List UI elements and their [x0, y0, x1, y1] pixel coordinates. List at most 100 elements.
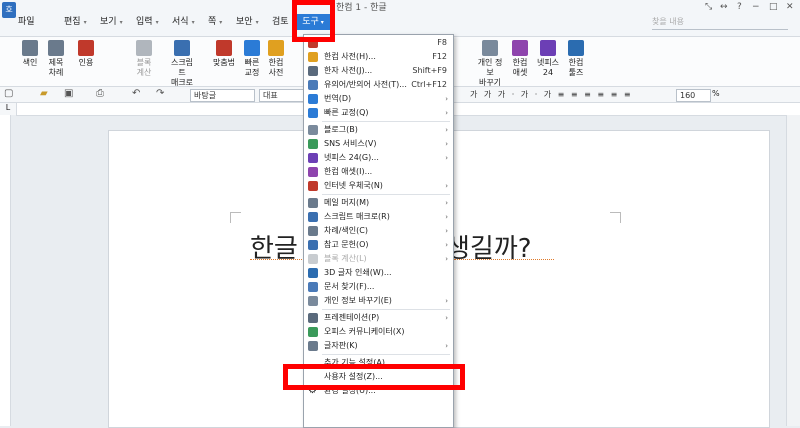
ribbon-button-label: 개인 정보 [477, 58, 503, 77]
chevron-right-icon: › [445, 95, 448, 103]
ribbon-button-sublabel: 계산 [136, 68, 152, 77]
ribbon-button[interactable]: 넷피스 24 [534, 40, 562, 78]
dropdown-item[interactable]: 프레젠테이션(P) › [304, 311, 453, 325]
dropdown-item[interactable]: 개인 정보 바꾸기(E) › [304, 294, 453, 308]
dropdown-item[interactable]: 한컴 애셋(I)... [304, 165, 453, 179]
vertical-scrollbar[interactable] [786, 115, 800, 426]
ribbon-collapse-icon[interactable]: ⤡ [705, 2, 712, 12]
dropdown-item[interactable]: 글자판(K) › [304, 339, 453, 353]
ribbon-button[interactable]: 스크립트 매크로 [168, 40, 196, 88]
dropdown-item[interactable]: 차례/색인(C) › [304, 224, 453, 238]
undo-icon[interactable]: ↶ [132, 88, 140, 99]
hanja-dict-icon [308, 66, 318, 76]
dropdown-item[interactable]: 넷피스 24(G)... › [304, 151, 453, 165]
dropdown-item[interactable]: 참고 문헌(O) › [304, 238, 453, 252]
dropdown-item-label: 메일 머지(M) [324, 198, 370, 207]
dropdown-item[interactable]: 스크립트 매크로(R) › [304, 210, 453, 224]
dropdown-item[interactable]: 빠른 교정(Q) › [304, 106, 453, 120]
layout-icon[interactable]: ↔ [720, 2, 728, 12]
ribbon-button[interactable]: 맞춤법 [210, 40, 238, 68]
print-icon[interactable]: ⎙ [96, 88, 104, 99]
spellcheck-icon [216, 40, 232, 56]
doc-search-icon [308, 282, 318, 292]
chevron-right-icon: › [445, 213, 448, 221]
menu-insert[interactable]: 입력 ▾ [136, 14, 159, 30]
menu-page[interactable]: 쪽 ▾ [208, 14, 222, 30]
dropdown-item[interactable]: 유의어/반의어 사전(T)... Ctrl+F12 [304, 78, 453, 92]
menu-review[interactable]: 검토 [272, 14, 289, 30]
dropdown-item[interactable] [304, 398, 453, 412]
chevron-right-icon: › [445, 199, 448, 207]
dropdown-item-label: 개인 정보 바꾸기(E) [324, 296, 392, 305]
minimize-button[interactable]: − [752, 2, 760, 12]
open-folder-icon[interactable]: ▰ [40, 88, 48, 99]
paragraph-format-tools[interactable]: 가 가 가 · 가 · 가 ≡ ≡ ≡ ≡ ≡ ≡ [470, 89, 670, 100]
menu-file[interactable]: 파일 [18, 14, 35, 30]
style-select[interactable]: 바탕글 [190, 89, 255, 102]
dropdown-item-label: 유의어/반의어 사전(T)... [324, 80, 407, 89]
ribbon-button[interactable]: 한컴 애셋 [506, 40, 534, 78]
dropdown-item[interactable]: 한자 사전(J)... Shift+F9 [304, 64, 453, 78]
ribbon-button: 블록 계산 [130, 40, 158, 78]
menu-format[interactable]: 서식 ▾ [172, 14, 195, 30]
chevron-down-icon: ▾ [219, 19, 223, 26]
dropdown-item[interactable]: 메일 머지(M) › [304, 196, 453, 210]
chevron-right-icon: › [445, 140, 448, 148]
dropdown-item-label: 번역(D) [324, 94, 352, 103]
menu-separator [322, 354, 450, 355]
menu-separator [322, 121, 450, 122]
save-icon[interactable]: ▣ [64, 88, 73, 99]
3d-print-icon [308, 268, 318, 278]
dropdown-item[interactable]: 오피스 커뮤니케이터(X) [304, 325, 453, 339]
help-search-underline [652, 29, 788, 30]
ribbon-button[interactable]: 한컴 툴즈 [562, 40, 590, 78]
dropdown-item[interactable]: 인터넷 우체국(N) › [304, 179, 453, 193]
ribbon-button-sublabel: 애셋 [512, 68, 528, 77]
hancom-asset-icon [308, 167, 318, 177]
citation-icon [78, 40, 94, 56]
dropdown-item[interactable]: 문서 찾기(F)... [304, 280, 453, 294]
help-icon[interactable]: ? [737, 2, 742, 12]
chevron-down-icon: ▾ [155, 19, 159, 26]
chevron-right-icon: › [445, 154, 448, 162]
dropdown-item[interactable]: 3D 글자 인쇄(W)... [304, 266, 453, 280]
menu-edit[interactable]: 편집 ▾ [64, 14, 87, 30]
dropdown-item[interactable]: 번역(D) › [304, 92, 453, 106]
ribbon-button-label: 한컴 [512, 58, 528, 67]
dropdown-item-shortcut: Shift+F9 [412, 66, 447, 75]
thesaurus-icon [308, 80, 318, 90]
menu-page-label: 쪽 [208, 17, 217, 27]
chevron-right-icon: › [445, 255, 448, 263]
dropdown-item-label: 프레젠테이션(P) [324, 313, 380, 322]
dropdown-item[interactable]: 한컴 사전(H)... F12 [304, 50, 453, 64]
new-doc-icon[interactable]: ▢ [4, 88, 13, 99]
ribbon-button-sublabel: 바꾸기 [478, 78, 502, 87]
zoom-input[interactable]: 160 [676, 89, 711, 102]
block-calc-icon [308, 254, 318, 264]
maximize-button[interactable]: □ [769, 2, 778, 12]
ribbon-button-sublabel: 매크로 [170, 78, 194, 87]
ribbon-button[interactable]: 인용 [72, 40, 100, 68]
dropdown-item[interactable]: SNS 서비스(V) › [304, 137, 453, 151]
dropdown-item-label: SNS 서비스(V) [324, 139, 377, 148]
ribbon-button[interactable]: 개인 정보 바꾸기 [476, 40, 504, 88]
margin-corner-mark [230, 212, 241, 223]
dropdown-item[interactable]: 블로그(B) › [304, 123, 453, 137]
help-search-input[interactable]: 찾을 내용 [652, 16, 762, 28]
ribbon-button-label: 스크립트 [170, 58, 194, 77]
close-button[interactable]: ✕ [786, 2, 794, 12]
font-select[interactable]: 대표 [259, 89, 304, 102]
redo-icon[interactable]: ↷ [156, 88, 164, 99]
ribbon-button[interactable]: 한컴 사전 [262, 40, 290, 78]
dropdown-item-label: 한컴 사전(H)... [324, 52, 376, 61]
chevron-right-icon: › [445, 182, 448, 190]
dropdown-item-shortcut: Ctrl+F12 [411, 80, 447, 89]
ribbon-button[interactable]: 제목 차례 [42, 40, 70, 78]
ribbon-button-sublabel: 툴즈 [568, 68, 584, 77]
menu-separator [322, 309, 450, 310]
ribbon-button[interactable]: 색인 [16, 40, 44, 68]
netffice-icon [308, 153, 318, 163]
menu-security[interactable]: 보안 ▾ [236, 14, 259, 30]
menu-view[interactable]: 보기 ▾ [100, 14, 123, 30]
post-office-icon [308, 181, 318, 191]
